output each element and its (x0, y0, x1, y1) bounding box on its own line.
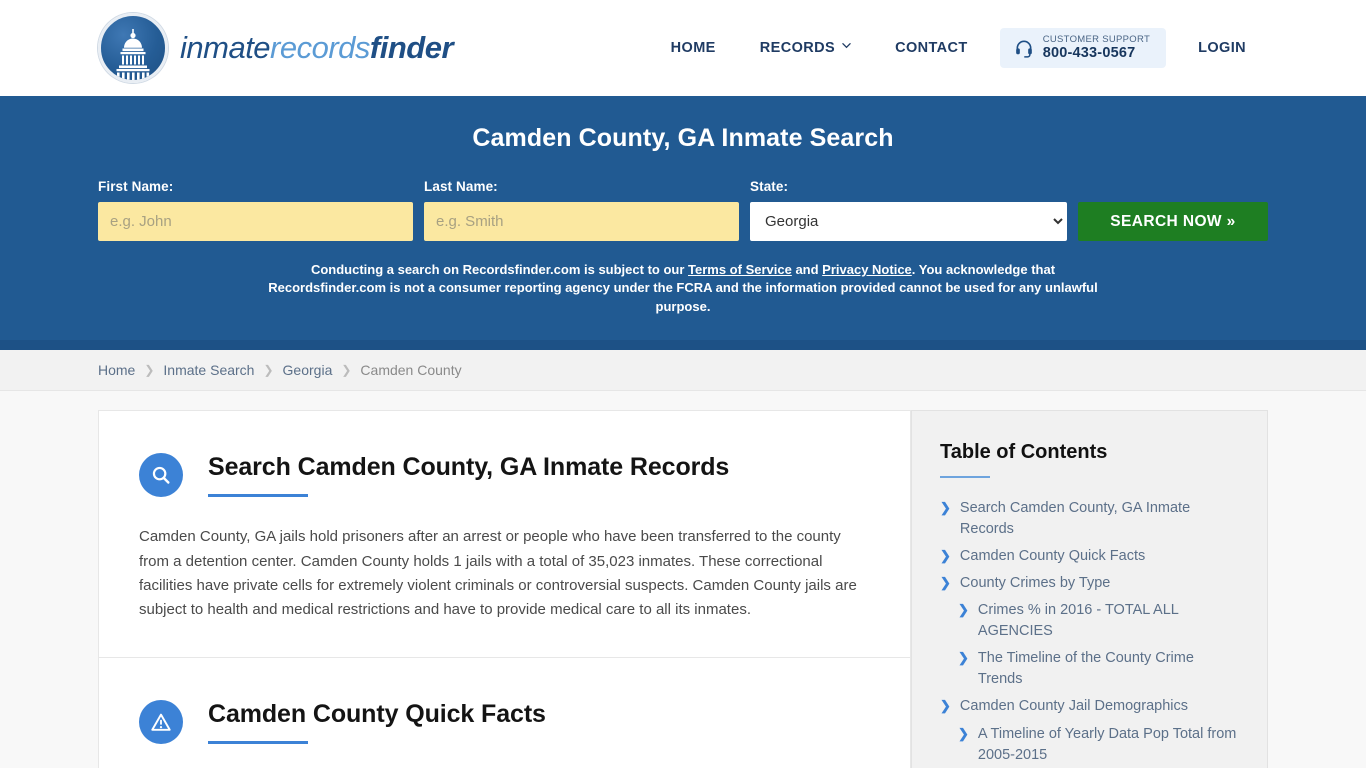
magnifier-icon (139, 453, 183, 498)
section-underline (208, 740, 308, 744)
toc-item-label[interactable]: Crimes % in 2016 - TOTAL ALL AGENCIES (978, 600, 1239, 642)
section-quick-facts: Camden County Quick Facts (99, 656, 910, 768)
warning-triangle-icon (139, 699, 183, 744)
chevron-right-icon: ❯ (958, 650, 969, 666)
logo-text-part1: inmate (180, 30, 271, 65)
chevron-right-icon: ❯ (958, 725, 969, 741)
breadcrumb-bar: Home ❯ Inmate Search ❯ Georgia ❯ Camden … (0, 350, 1366, 392)
chevron-down-icon (842, 43, 851, 49)
site-logo[interactable]: inmaterecordsfinder (98, 13, 454, 83)
capitol-dome-icon (98, 13, 168, 83)
chevron-right-icon: ❯ (940, 548, 951, 564)
breadcrumb-separator-icon: ❯ (263, 363, 274, 378)
breadcrumb-separator-icon: ❯ (144, 363, 155, 378)
toc-item-label[interactable]: A Timeline of Yearly Data Pop Total from… (978, 724, 1239, 766)
logo-wordmark: inmaterecordsfinder (180, 30, 454, 66)
section-title: Search Camden County, GA Inmate Records (208, 453, 730, 482)
chevron-right-icon: ❯ (940, 500, 951, 516)
toc-list: ❯ Search Camden County, GA Inmate Record… (940, 498, 1239, 765)
toc-item-county-crimes-by-type[interactable]: ❯ County Crimes by Type (940, 573, 1239, 594)
toc-item-jail-demographics[interactable]: ❯ Camden County Jail Demographics (940, 696, 1239, 717)
nav-label: LOGIN (1198, 39, 1246, 56)
support-label: CUSTOMER SUPPORT (1042, 33, 1151, 45)
nav-item-records[interactable]: RECORDS (738, 28, 873, 68)
toc-item-crime-trends-timeline[interactable]: ❯ The Timeline of the County Crime Trend… (940, 648, 1239, 690)
toc-item-label[interactable]: Camden County Jail Demographics (960, 696, 1188, 717)
last-name-input[interactable] (424, 202, 739, 241)
inmate-search-form: First Name: Last Name: State: Georgia SE… (98, 179, 1268, 241)
toc-item-crimes-percent-2016[interactable]: ❯ Crimes % in 2016 - TOTAL ALL AGENCIES (940, 600, 1239, 642)
support-phone[interactable]: 800-433-0567 (1043, 45, 1150, 61)
page-content: Search Camden County, GA Inmate Records … (98, 391, 1268, 768)
terms-of-service-link[interactable]: Terms of Service (688, 262, 792, 277)
section-title: Camden County Quick Facts (208, 699, 546, 728)
logo-text-part2: records (270, 30, 370, 65)
last-name-label: Last Name: (424, 179, 498, 194)
chevron-right-icon: ❯ (940, 698, 951, 714)
toc-item-label[interactable]: Camden County Quick Facts (960, 546, 1145, 567)
toc-underline (940, 476, 990, 479)
section-search-records: Search Camden County, GA Inmate Records … (99, 411, 910, 656)
chevron-right-icon: ❯ (940, 575, 951, 591)
disclaimer-part1: Conducting a search on Recordsfinder.com… (310, 262, 689, 277)
page-title: Camden County, GA Inmate Search (472, 124, 894, 152)
nav-item-contact[interactable]: CONTACT (873, 28, 990, 68)
toc-item-label[interactable]: County Crimes by Type (960, 573, 1110, 594)
toc-item-label[interactable]: The Timeline of the County Crime Trends (978, 648, 1239, 690)
section-underline (208, 494, 308, 498)
main-navigation: HOME RECORDS CONTACT CUSTOMER SUPPORT 80… (649, 27, 1268, 69)
main-content-card: Search Camden County, GA Inmate Records … (98, 410, 911, 768)
breadcrumb-item-georgia[interactable]: Georgia (283, 362, 333, 378)
hero-search-panel: Camden County, GA Inmate Search First Na… (0, 96, 1366, 351)
nav-item-login[interactable]: LOGIN (1176, 28, 1268, 68)
site-header: inmaterecordsfinder HOME RECORDS CONTACT… (0, 0, 1366, 96)
customer-support-box[interactable]: CUSTOMER SUPPORT 800-433-0567 (999, 27, 1167, 69)
logo-text-part3: finder (369, 30, 454, 65)
first-name-label: First Name: (98, 179, 174, 194)
breadcrumb-item-home[interactable]: Home (98, 362, 135, 378)
section-paragraph: Camden County, GA jails hold prisoners a… (139, 528, 857, 619)
table-of-contents-sidebar: Table of Contents ❯ Search Camden County… (911, 410, 1268, 768)
toc-title: Table of Contents (940, 441, 1108, 464)
headset-icon (1015, 40, 1032, 58)
toc-item-yearly-pop-total[interactable]: ❯ A Timeline of Yearly Data Pop Total fr… (940, 724, 1239, 766)
toc-item-quick-facts[interactable]: ❯ Camden County Quick Facts (940, 546, 1239, 567)
toc-item-search-records[interactable]: ❯ Search Camden County, GA Inmate Record… (940, 498, 1239, 540)
chevron-right-icon: ❯ (958, 602, 969, 618)
nav-item-home[interactable]: HOME (649, 28, 738, 68)
toc-item-label[interactable]: Search Camden County, GA Inmate Records (960, 498, 1239, 540)
nav-label: HOME (670, 39, 716, 56)
nav-label: RECORDS (759, 39, 836, 56)
nav-label: CONTACT (895, 39, 968, 56)
breadcrumb-separator-icon: ❯ (341, 363, 352, 378)
state-label: State: (750, 179, 789, 194)
disclaimer-part2: and (791, 262, 823, 277)
hero-bottom-strip (0, 340, 1366, 351)
search-now-button[interactable]: SEARCH NOW » (1077, 202, 1268, 241)
breadcrumb-item-current: Camden County (360, 362, 462, 379)
privacy-notice-link[interactable]: Privacy Notice (822, 262, 912, 277)
breadcrumb-item-inmate-search[interactable]: Inmate Search (163, 362, 254, 378)
state-select[interactable]: Georgia (750, 202, 1067, 241)
search-disclaimer: Conducting a search on Recordsfinder.com… (258, 261, 1108, 340)
first-name-input[interactable] (98, 202, 413, 241)
breadcrumb: Home ❯ Inmate Search ❯ Georgia ❯ Camden … (98, 362, 1268, 378)
